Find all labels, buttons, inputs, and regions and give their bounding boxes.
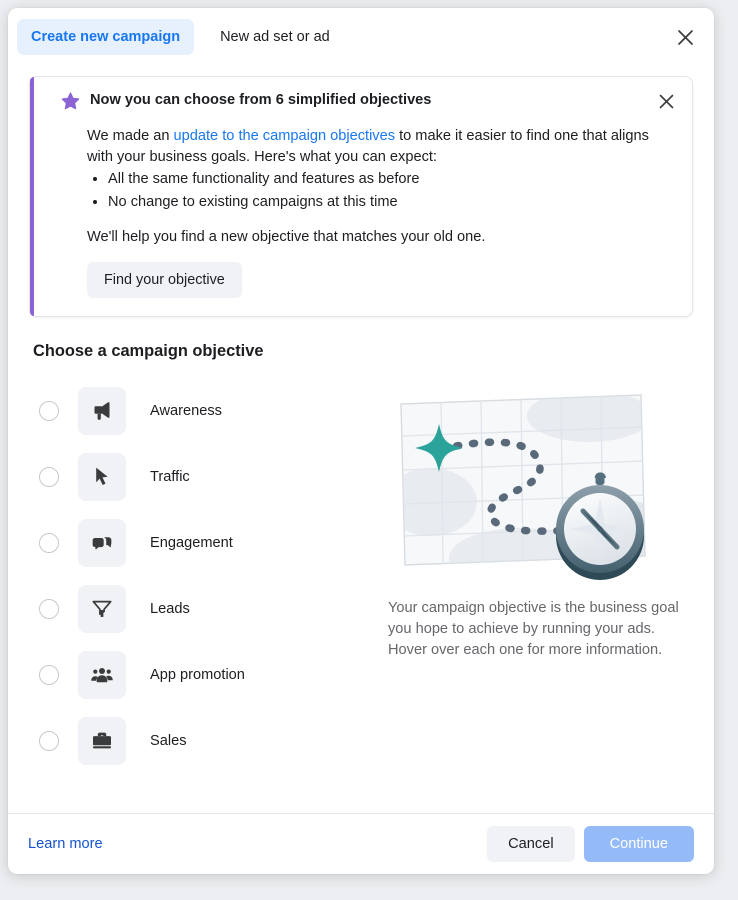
notice-body: We made an update to the campaign object…: [87, 126, 674, 299]
screen-root: Create new campaign New ad set or ad Now…: [0, 0, 738, 900]
objectives-notice-banner: Now you can choose from 6 simplified obj…: [29, 76, 693, 318]
objective-option-app-promotion[interactable]: App promotion: [29, 642, 377, 708]
objective-option-traffic[interactable]: Traffic: [29, 444, 377, 510]
chat-bubbles-icon: [78, 519, 126, 568]
objective-info-panel: Your campaign objective is the business …: [377, 378, 693, 774]
objective-label: Traffic: [150, 469, 190, 486]
create-campaign-dialog: Create new campaign New ad set or ad Now…: [8, 8, 714, 874]
notice-header: Now you can choose from 6 simplified obj…: [61, 91, 674, 115]
objective-label: Sales: [150, 733, 187, 750]
radio-sales[interactable]: [39, 731, 59, 752]
objective-option-awareness[interactable]: Awareness: [29, 378, 377, 444]
radio-awareness[interactable]: [39, 401, 59, 422]
objective-option-engagement[interactable]: Engagement: [29, 510, 377, 576]
notice-paragraph: We made an update to the campaign object…: [87, 126, 674, 167]
notice-paragraph-prefix: We made an: [87, 128, 174, 144]
notice-closing-text: We'll help you find a new objective that…: [87, 228, 486, 245]
briefcase-icon: [78, 717, 126, 766]
cancel-button[interactable]: Cancel: [487, 825, 575, 863]
objective-option-sales[interactable]: Sales: [29, 708, 377, 774]
objective-option-leads[interactable]: Leads: [29, 576, 377, 642]
objective-label: App promotion: [150, 667, 245, 684]
funnel-icon: [78, 585, 126, 634]
dialog-footer: Learn more Cancel Continue: [8, 813, 714, 874]
dialog-body: Now you can choose from 6 simplified obj…: [8, 66, 714, 813]
objective-description: Your campaign objective is the business …: [388, 600, 679, 659]
objective-label: Leads: [150, 601, 190, 618]
page-title: Choose a campaign objective: [33, 342, 264, 361]
footer-actions: Cancel Continue: [487, 825, 694, 863]
objective-label: Engagement: [150, 535, 233, 552]
tab-create-new-campaign[interactable]: Create new campaign: [17, 18, 195, 56]
tab-label: Create new campaign: [31, 28, 181, 45]
continue-button[interactable]: Continue: [583, 825, 694, 863]
notice-title: Now you can choose from 6 simplified obj…: [90, 92, 432, 108]
cursor-icon: [78, 453, 126, 502]
list-item: All the same functionality and features …: [108, 168, 674, 191]
objective-label: Awareness: [150, 403, 222, 420]
radio-traffic[interactable]: [39, 467, 59, 488]
tab-label: New ad set or ad: [220, 28, 330, 45]
list-item: No change to existing campaigns at this …: [108, 191, 674, 214]
star-icon: [61, 92, 80, 111]
learn-more-link[interactable]: Learn more: [28, 836, 103, 852]
map-with-compass-illustration: [393, 384, 683, 584]
objective-list: Awareness Traffic Engagement Leads App p…: [29, 378, 377, 774]
campaign-objectives-link[interactable]: update to the campaign objectives: [174, 128, 396, 144]
radio-leads[interactable]: [39, 599, 59, 620]
objective-chooser: Awareness Traffic Engagement Leads App p…: [29, 378, 693, 774]
dialog-header: Create new campaign New ad set or ad: [8, 8, 714, 66]
radio-app-promotion[interactable]: [39, 665, 59, 686]
radio-engagement[interactable]: [39, 533, 59, 554]
dialog-close-button[interactable]: [668, 20, 702, 54]
close-icon: [677, 29, 693, 45]
notice-bullet-list: All the same functionality and features …: [87, 168, 674, 213]
find-your-objective-button[interactable]: Find your objective: [87, 262, 242, 299]
notice-close-button[interactable]: [652, 87, 680, 115]
close-icon: [659, 94, 673, 108]
megaphone-icon: [78, 387, 126, 436]
people-icon: [78, 651, 126, 700]
tab-new-ad-set-or-ad[interactable]: New ad set or ad: [206, 19, 344, 56]
